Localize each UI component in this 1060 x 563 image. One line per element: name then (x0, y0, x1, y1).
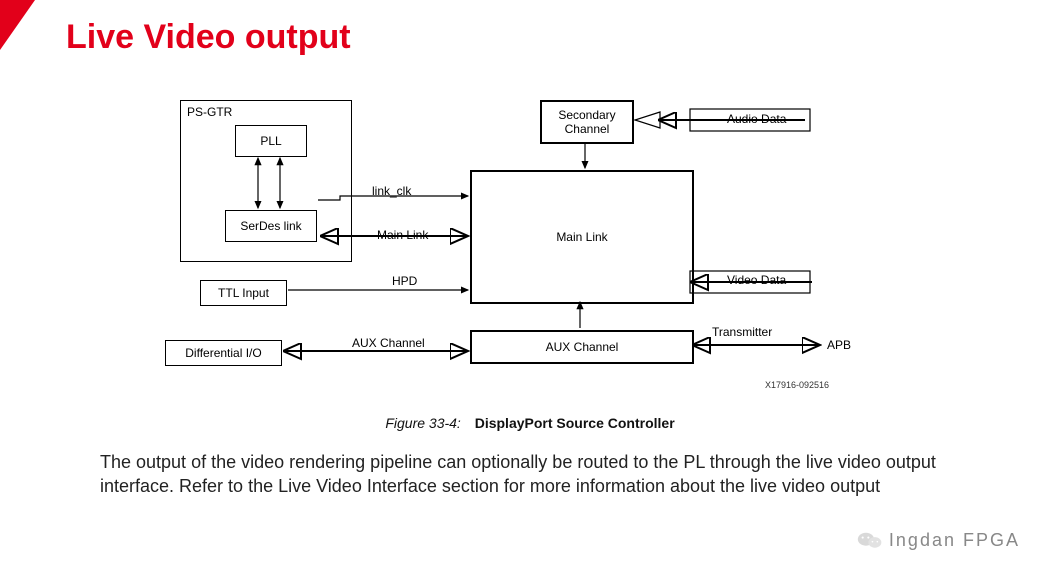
aux-channel-block: AUX Channel (470, 330, 694, 364)
audio-data-label: Audio Data (725, 112, 788, 126)
secondary-channel-block: Secondary Channel (540, 100, 634, 144)
corner-triangle (0, 0, 35, 50)
wechat-icon (857, 529, 883, 551)
main-link-wire-label: Main Link (375, 228, 430, 242)
main-link-block: Main Link (470, 170, 694, 304)
hpd-label: HPD (390, 274, 419, 288)
link-clk-label: link_clk (370, 184, 413, 198)
serdes-block: SerDes link (225, 210, 317, 242)
transmitter-label: Transmitter (710, 325, 774, 339)
aux-wire-label: AUX Channel (350, 336, 427, 350)
apb-label: APB (825, 338, 853, 352)
watermark: Ingdan FPGA (857, 529, 1020, 551)
video-data-label: Video Data (725, 273, 788, 287)
doc-id: X17916-092516 (765, 380, 829, 390)
pll-block: PLL (235, 125, 307, 157)
page-title: Live Video output (66, 18, 351, 57)
figure-prefix: Figure 33-4: (385, 415, 460, 431)
body-paragraph: The output of the video rendering pipeli… (100, 450, 980, 499)
watermark-text: Ingdan FPGA (889, 530, 1020, 551)
figure-text: DisplayPort Source Controller (475, 415, 675, 431)
ps-gtr-label: PS-GTR (187, 105, 232, 119)
figure-caption: Figure 33-4: DisplayPort Source Controll… (0, 415, 1060, 431)
ttl-block: TTL Input (200, 280, 287, 306)
block-diagram: PS-GTR PLL SerDes link TTL Input Differe… (180, 100, 880, 400)
diffio-block: Differential I/O (165, 340, 282, 366)
